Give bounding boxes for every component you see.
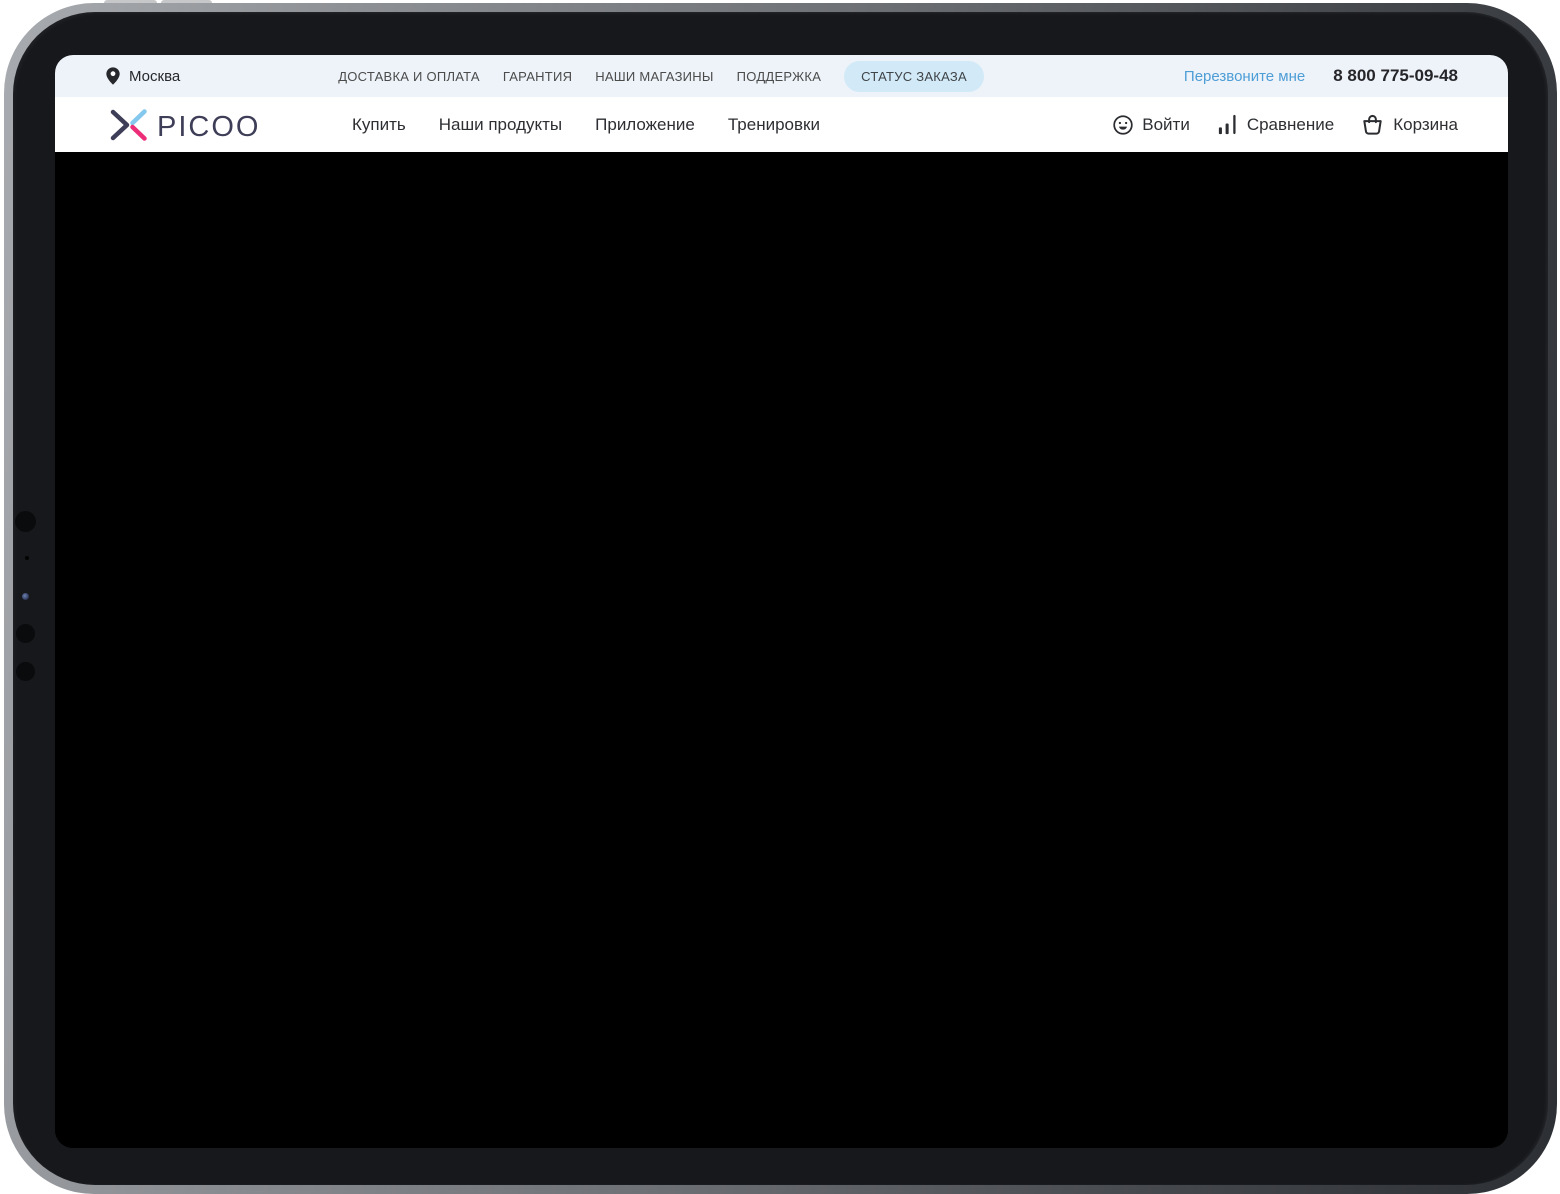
topbar-link-order-status[interactable]: СТАТУС ЗАКАЗА bbox=[844, 60, 984, 92]
page: Москва ДОСТАВКА И ОПЛАТА ГАРАНТИЯ НАШИ М… bbox=[0, 0, 1560, 1194]
phone-number[interactable]: 8 800 775-09-48 bbox=[1333, 66, 1458, 86]
city-label: Москва bbox=[129, 67, 181, 85]
topbar-link-stores[interactable]: НАШИ МАГАЗИНЫ bbox=[595, 69, 713, 84]
cart-button[interactable]: Корзина bbox=[1360, 112, 1458, 137]
compare-button[interactable]: Сравнение bbox=[1216, 113, 1334, 136]
nav-item-app[interactable]: Приложение bbox=[595, 115, 695, 135]
logo-text: PICOOC bbox=[157, 111, 257, 143]
utility-topbar: Москва ДОСТАВКА И ОПЛАТА ГАРАНТИЯ НАШИ М… bbox=[55, 55, 1508, 97]
screen: Москва ДОСТАВКА И ОПЛАТА ГАРАНТИЯ НАШИ М… bbox=[55, 55, 1508, 1148]
login-button[interactable]: Войти bbox=[1112, 114, 1190, 136]
navbar-actions: Войти Сравнение Корзина bbox=[1112, 112, 1458, 137]
tablet-frame: Москва ДОСТАВКА И ОПЛАТА ГАРАНТИЯ НАШИ М… bbox=[4, 3, 1557, 1194]
camera-lens-icon bbox=[16, 662, 35, 681]
main-navbar: PICOOC Купить Наши продукты Приложение Т… bbox=[55, 97, 1508, 152]
camera-lens-icon bbox=[15, 511, 36, 532]
bar-chart-icon bbox=[1216, 113, 1239, 136]
topbar-contacts: Перезвоните мне 8 800 775-09-48 bbox=[1184, 66, 1458, 86]
basket-icon bbox=[1360, 112, 1385, 137]
main-nav: Купить Наши продукты Приложение Трениров… bbox=[352, 115, 820, 135]
compare-label: Сравнение bbox=[1246, 114, 1335, 134]
nav-item-buy[interactable]: Купить bbox=[352, 115, 406, 135]
nav-item-products[interactable]: Наши продукты bbox=[439, 115, 562, 135]
location-pin-icon bbox=[105, 66, 121, 86]
page-content-empty bbox=[55, 152, 1508, 1148]
login-label: Войти bbox=[1142, 114, 1190, 134]
logo-x-icon bbox=[110, 108, 147, 141]
topbar-link-warranty[interactable]: ГАРАНТИЯ bbox=[503, 69, 572, 84]
microphone-dot-icon bbox=[25, 556, 29, 560]
topbar-links: ДОСТАВКА И ОПЛАТА ГАРАНТИЯ НАШИ МАГАЗИНЫ… bbox=[338, 60, 984, 92]
cart-label: Корзина bbox=[1393, 114, 1458, 134]
topbar-link-support[interactable]: ПОДДЕРЖКА bbox=[737, 69, 821, 84]
camera-glint-icon bbox=[22, 593, 29, 600]
nav-item-workouts[interactable]: Тренировки bbox=[728, 115, 820, 135]
topbar-link-delivery[interactable]: ДОСТАВКА И ОПЛАТА bbox=[338, 69, 480, 84]
camera-lens-icon bbox=[16, 624, 35, 643]
smiley-icon bbox=[1112, 114, 1134, 136]
callback-link[interactable]: Перезвоните мне bbox=[1184, 68, 1305, 85]
city-selector[interactable]: Москва bbox=[105, 66, 180, 86]
logo[interactable]: PICOOC bbox=[105, 103, 257, 147]
